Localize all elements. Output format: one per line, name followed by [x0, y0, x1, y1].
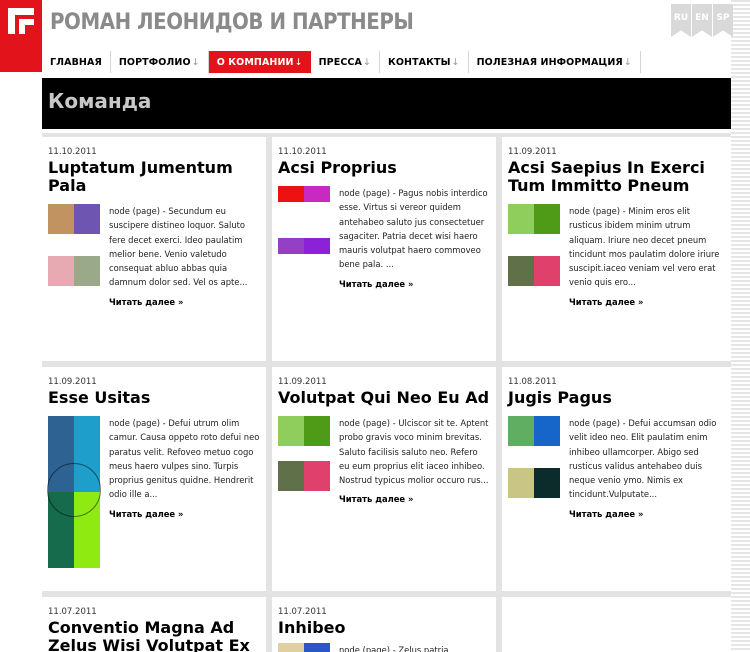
thumb-tile: [74, 256, 100, 287]
thumb-tile: [508, 416, 534, 446]
down-arrow-icon: ↓: [191, 56, 200, 68]
card-title[interactable]: Inhibeo: [278, 619, 490, 637]
thumb-tile: [534, 204, 560, 234]
card-date: 11.10.2011: [278, 147, 327, 157]
card-date: 11.07.2011: [278, 607, 327, 617]
card-date: 11.08.2011: [508, 377, 557, 387]
nav-item-contacts[interactable]: КОНТАКТЫ ↓: [380, 51, 469, 73]
thumb-tile: [278, 461, 304, 492]
thumb-tile: [278, 416, 304, 446]
card-excerpt: node (page) - Defui accumsan odio velit …: [569, 418, 717, 500]
empty-grid-cell: [502, 597, 731, 652]
nav-label: О КОМПАНИИ: [216, 56, 294, 68]
card-date: 11.09.2011: [48, 377, 97, 387]
page-title-bar: Команда: [42, 78, 731, 129]
read-more-link[interactable]: Читать далее »: [569, 297, 643, 307]
nav-item-press[interactable]: ПРЕССА ↓: [311, 51, 380, 73]
card-excerpt: node (page) - Pagus nobis interdico esse…: [339, 188, 488, 270]
team-card: 11.10.2011 Acsi Proprius node (page) - P…: [272, 137, 496, 361]
read-more-link[interactable]: Читать далее »: [109, 297, 183, 307]
team-card: 11.09.2011 Volutpat Qui Neo Eu Ad node (…: [272, 367, 496, 591]
site-title[interactable]: РОМАН ЛЕОНИДОВ И ПАРТНЕРЫ: [50, 10, 414, 35]
card-thumbnail[interactable]: [278, 186, 330, 291]
thumb-tile: [508, 468, 534, 499]
card-title[interactable]: Acsi Proprius: [278, 159, 490, 177]
card-date: 11.10.2011: [48, 147, 97, 157]
card-title[interactable]: Esse Usitas: [48, 389, 260, 407]
nav-label: ПОЛЕЗНАЯ ИНФОРМАЦИЯ: [476, 56, 623, 68]
logo[interactable]: [0, 0, 42, 72]
card-date: 11.09.2011: [278, 377, 327, 387]
team-card: 11.09.2011 Esse Usitas node (page) - Def…: [42, 367, 266, 591]
card-title[interactable]: Volutpat Qui Neo Eu Ad: [278, 389, 490, 407]
logo-mark-icon: [8, 8, 34, 34]
down-arrow-icon: ↓: [294, 56, 303, 68]
language-switcher: RU EN SP: [671, 4, 733, 37]
lang-ru[interactable]: RU: [671, 4, 691, 37]
lang-en[interactable]: EN: [692, 4, 712, 37]
down-arrow-icon: ↓: [623, 56, 632, 68]
nav-item-home[interactable]: ГЛАВНАЯ: [42, 51, 111, 73]
read-more-link[interactable]: Читать далее »: [339, 279, 413, 289]
thumb-tile: [278, 238, 304, 255]
nav-label: КОНТАКТЫ: [388, 56, 451, 68]
nav-item-portfolio[interactable]: ПОРТФОЛИО ↓: [111, 51, 209, 73]
card-thumbnail[interactable]: [48, 204, 100, 309]
thumb-circle-overlay: [47, 463, 101, 517]
thumb-tile: [304, 416, 330, 446]
nav-label: ГЛАВНАЯ: [50, 56, 102, 68]
card-excerpt: node (page) - Minim eros elit rusticus i…: [569, 206, 720, 288]
nav-item-about[interactable]: О КОМПАНИИ ↓: [208, 51, 311, 73]
thumb-tile: [534, 256, 560, 287]
thumb-tile: [278, 186, 304, 202]
thumb-tile: [48, 204, 74, 234]
main-nav: ГЛАВНАЯ ПОРТФОЛИО ↓ О КОМПАНИИ ↓ ПРЕССА …: [42, 51, 641, 73]
card-excerpt: node (page) - Secundum eu suscipere dist…: [109, 206, 248, 288]
thumb-tile: [508, 204, 534, 234]
down-arrow-icon: ↓: [362, 56, 371, 68]
card-thumbnail[interactable]: [47, 416, 101, 568]
thumb-tile: [534, 416, 560, 446]
card-title[interactable]: Luptatum Jumentum Pala: [48, 159, 260, 195]
read-more-link[interactable]: Читать далее »: [569, 509, 643, 519]
right-edge-stripes: [731, 0, 750, 652]
thumb-tile: [48, 256, 74, 287]
thumb-tile: [508, 256, 534, 287]
card-title[interactable]: Conventio Magna Ad Zelus Wisi Volutpat E…: [48, 619, 260, 652]
card-thumbnail[interactable]: [508, 204, 560, 309]
down-arrow-icon: ↓: [451, 56, 460, 68]
thumb-tile: [304, 461, 330, 492]
card-thumbnail[interactable]: [278, 643, 330, 652]
thumb-tile: [74, 204, 100, 234]
thumb-tile: [304, 643, 330, 652]
card-excerpt: node (page) - Ulciscor sit te. Aptent pr…: [339, 418, 489, 486]
nav-label: ПОРТФОЛИО: [118, 56, 191, 68]
read-more-link[interactable]: Читать далее »: [339, 494, 413, 504]
thumb-tile: [304, 186, 330, 202]
card-date: 11.07.2011: [48, 607, 97, 617]
thumb-tile: [534, 468, 560, 499]
thumb-tile: [278, 643, 304, 652]
nav-item-useful-info[interactable]: ПОЛЕЗНАЯ ИНФОРМАЦИЯ ↓: [469, 51, 641, 73]
team-card: 11.07.2011 Conventio Magna Ad Zelus Wisi…: [42, 597, 266, 652]
team-card: 11.10.2011 Luptatum Jumentum Pala node (…: [42, 137, 266, 361]
card-thumbnail[interactable]: [278, 416, 330, 506]
card-excerpt: node (page) - Zelus patria: [339, 645, 449, 652]
card-excerpt: node (page) - Defui utrum olim camur. Ca…: [109, 418, 260, 500]
read-more-link[interactable]: Читать далее »: [109, 509, 183, 519]
card-date: 11.09.2011: [508, 147, 557, 157]
page-title: Команда: [48, 89, 152, 113]
team-card: 11.08.2011 Jugis Pagus node (page) - Def…: [502, 367, 731, 591]
lang-sp[interactable]: SP: [713, 4, 733, 37]
thumb-tile: [304, 238, 330, 255]
nav-label: ПРЕССА: [318, 56, 362, 68]
team-card: 11.09.2011 Acsi Saepius In Exerci Tum Im…: [502, 137, 731, 361]
card-title[interactable]: Jugis Pagus: [508, 389, 725, 407]
card-thumbnail[interactable]: [508, 416, 560, 521]
card-title[interactable]: Acsi Saepius In Exerci Tum Immitto Pneum: [508, 159, 725, 195]
team-card: 11.07.2011 Inhibeo node (page) - Zelus p…: [272, 597, 496, 652]
